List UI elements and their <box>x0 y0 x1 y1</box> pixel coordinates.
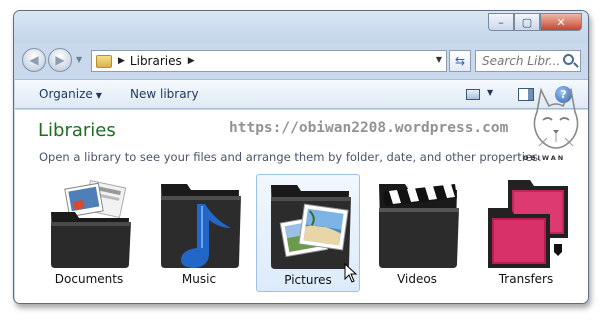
caption-buttons: – ▢ ✕ <box>488 13 582 31</box>
address-dropdown-chevron-icon[interactable]: ▼ <box>436 55 442 64</box>
library-videos[interactable]: Videos <box>365 174 469 292</box>
mouse-cursor-icon <box>344 263 358 283</box>
organize-label: Organize <box>39 87 93 101</box>
transfers-folder-icon <box>488 180 568 268</box>
organize-menu-button[interactable]: Organize ▼ <box>39 87 102 101</box>
page-title: Libraries <box>38 120 116 141</box>
pictures-folder-icon <box>271 185 351 269</box>
libraries-content-pane: Libraries Open a library to see your fil… <box>15 87 588 303</box>
command-bar: Organize ▼ New library ▼ ? <box>15 79 588 109</box>
refresh-icon: ⇆ <box>454 54 466 68</box>
search-icon[interactable] <box>563 54 574 65</box>
back-arrow-icon: ◀ <box>29 53 39 67</box>
search-input[interactable] <box>482 52 566 70</box>
change-view-icon[interactable] <box>466 89 480 100</box>
forward-button[interactable]: ▶ <box>48 48 72 72</box>
view-options-chevron-icon[interactable]: ▼ <box>487 88 493 97</box>
address-bar[interactable]: ▶ Libraries ▶ ▼ <box>91 50 447 72</box>
watermark-url: https://obiwan2208.wordpress.com <box>229 120 509 136</box>
back-button[interactable]: ◀ <box>22 48 46 72</box>
maximize-button[interactable]: ▢ <box>514 13 540 31</box>
refresh-button[interactable]: ⇆ <box>449 50 471 72</box>
close-button[interactable]: ✕ <box>540 13 582 31</box>
search-box[interactable] <box>475 50 581 72</box>
library-music[interactable]: Music <box>147 174 251 292</box>
library-label: Videos <box>397 272 437 286</box>
title-bar[interactable]: – ▢ ✕ <box>14 11 588 43</box>
library-documents[interactable]: Documents <box>37 174 141 292</box>
page-subtitle: Open a library to see your files and arr… <box>39 150 542 164</box>
watermark-logo-text: OBIWAN <box>523 154 566 162</box>
navigation-bar: ◀ ▶ ▼ ▶ Libraries ▶ ▼ ⇆ <box>14 45 588 75</box>
documents-folder-icon <box>51 179 131 268</box>
breadcrumb-libraries[interactable]: Libraries <box>130 54 182 68</box>
library-label: Transfers <box>498 272 554 286</box>
breadcrumb-separator-icon[interactable]: ▶ <box>118 56 125 66</box>
recent-pages-chevron-icon[interactable]: ▼ <box>76 55 82 64</box>
videos-folder-icon <box>379 184 459 268</box>
libraries-folder-icon <box>96 54 112 68</box>
forward-arrow-icon: ▶ <box>55 53 65 67</box>
screenshot-canvas: – ▢ ✕ ◀ ▶ ▼ ▶ Libraries ▶ ▼ ⇆ Search Lib… <box>0 0 612 325</box>
library-pictures[interactable]: Pictures <box>256 174 360 292</box>
breadcrumb-end-separator-icon[interactable]: ▶ <box>188 56 195 66</box>
explorer-window: – ▢ ✕ ◀ ▶ ▼ ▶ Libraries ▶ ▼ ⇆ Search Lib… <box>13 10 589 304</box>
new-library-button[interactable]: New library <box>130 87 199 101</box>
lynx-watermark-logo <box>533 87 579 149</box>
library-label: Documents <box>54 272 124 286</box>
library-label: Music <box>181 272 217 286</box>
library-transfers[interactable]: Transfers <box>474 174 578 292</box>
chevron-down-icon: ▼ <box>95 91 102 100</box>
minimize-button[interactable]: – <box>488 13 514 31</box>
music-folder-icon <box>161 184 241 268</box>
